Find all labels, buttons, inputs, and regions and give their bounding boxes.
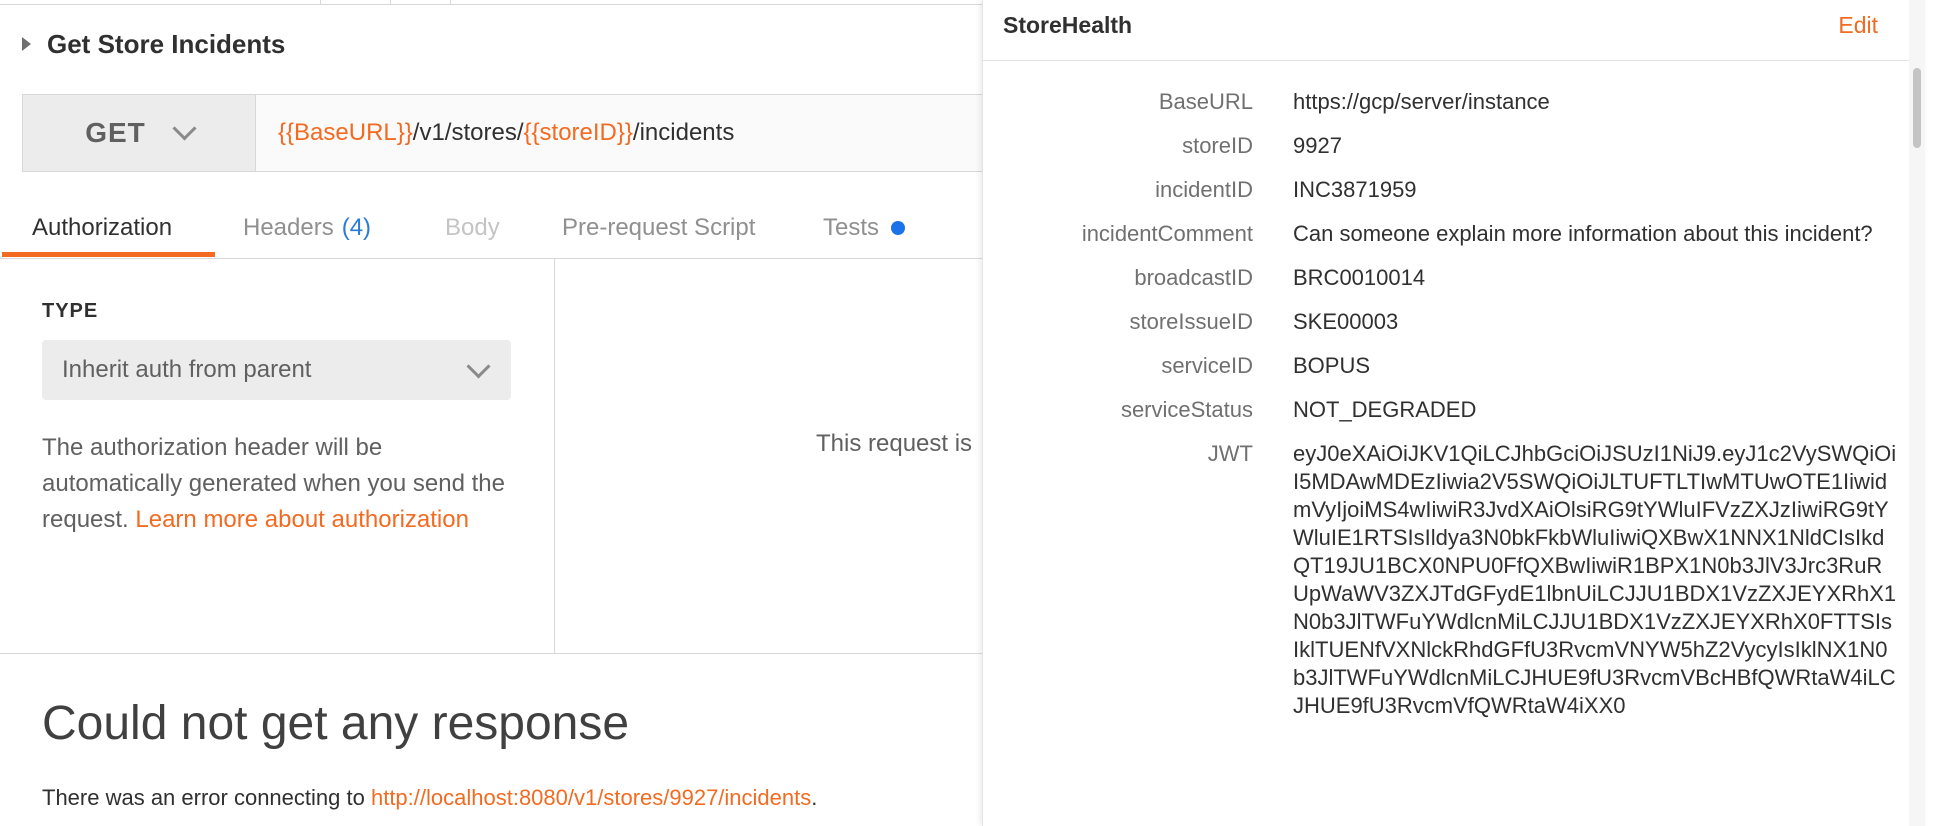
active-tab-underline: [2, 252, 215, 257]
learn-more-link[interactable]: Learn more about authorization: [135, 506, 469, 533]
expand-caret-icon[interactable]: [22, 37, 31, 51]
request-tabs: Authorization Headers (4) Body Pre-reques…: [0, 200, 982, 259]
tab-body-label: Body: [445, 214, 500, 241]
inherit-message: This request is: [816, 430, 973, 457]
variable-key: BaseURL: [1158, 89, 1253, 114]
edit-environment-button[interactable]: Edit: [1838, 12, 1878, 39]
scrollbar-thumb[interactable]: [1913, 68, 1921, 148]
tab-strip: [0, 0, 982, 5]
variable-value: https://gcp/server/instance: [1293, 89, 1550, 114]
tab-authorization[interactable]: Authorization: [32, 200, 172, 256]
tab-prerequest-script[interactable]: Pre-request Script: [562, 200, 755, 256]
error-prefix: There was an error connecting to: [42, 785, 365, 810]
variable-value: BRC0010014: [1293, 265, 1426, 290]
tab-tests[interactable]: Tests: [823, 200, 906, 256]
response-heading: Could not get any response: [42, 697, 630, 750]
tab-headers[interactable]: Headers (4): [243, 200, 371, 256]
chevron-down-icon: [172, 115, 197, 141]
variable-value: NOT_DEGRADED: [1293, 397, 1477, 422]
auth-type-value: Inherit auth from parent: [62, 356, 312, 383]
environment-quicklook-panel: StoreHealth Edit BaseURL https://gcp/ser…: [982, 0, 1925, 826]
variable-value: eyJ0eXAiOiJKV1QiLCJhbGciOiJSUzI1NiJ9.eyJ…: [1293, 441, 1897, 718]
variable-value: BOPUS: [1293, 353, 1371, 378]
method-label: GET: [85, 117, 146, 148]
variable-row: broadcastID BRC0010014: [983, 264, 1918, 292]
variable-key: incidentComment: [1081, 221, 1253, 246]
variable-row: serviceID BOPUS: [983, 352, 1918, 380]
auth-description: The authorization header will be automat…: [42, 430, 512, 538]
variable-row: BaseURL https://gcp/server/instance: [983, 88, 1918, 116]
tab-prerequest-label: Pre-request Script: [562, 214, 756, 241]
environment-variables: BaseURL https://gcp/server/instance stor…: [983, 88, 1918, 736]
variable-key: serviceID: [1161, 353, 1253, 378]
variable-key: incidentID: [1155, 177, 1253, 202]
variable-row: incidentID INC3871959: [983, 176, 1918, 204]
variable-value: Can someone explain more information abo…: [1293, 221, 1873, 246]
environment-header: StoreHealth Edit: [983, 0, 1918, 61]
variable-key: storeID: [1182, 133, 1253, 158]
variable-key: storeIssueID: [1129, 309, 1254, 334]
url-path-tail: /incidents: [632, 119, 735, 146]
request-title: Get Store Incidents: [47, 28, 286, 59]
variable-key: broadcastID: [1134, 265, 1253, 290]
error-url-link[interactable]: http://localhost:8080/v1/stores/9927/inc…: [371, 785, 811, 810]
error-suffix: .: [811, 785, 818, 810]
variable-value: SKE00003: [1293, 309, 1399, 334]
variable-row: storeIssueID SKE00003: [983, 308, 1918, 336]
variable-value: 9927: [1293, 133, 1342, 158]
variable-key: serviceStatus: [1120, 397, 1253, 422]
chevron-down-icon: [466, 354, 491, 379]
response-error-line: There was an error connecting to http://…: [42, 785, 817, 811]
request-tab[interactable]: [320, 0, 391, 4]
auth-type-label: TYPE: [42, 300, 99, 322]
request-tab[interactable]: [0, 0, 321, 4]
response-divider: [0, 653, 982, 654]
request-title-row[interactable]: Get Store Incidents: [22, 26, 285, 62]
headers-count: (4): [341, 214, 372, 241]
url-bar: GET {{BaseURL}}/v1/stores/{{storeID}}/in…: [22, 94, 982, 172]
url-variable-storeid: {{storeID}}: [523, 119, 633, 146]
environment-name: StoreHealth: [1003, 12, 1133, 38]
variable-row: incidentComment Can someone explain more…: [983, 220, 1918, 248]
request-tab[interactable]: [390, 0, 451, 4]
url-path: /v1/stores/: [412, 119, 524, 146]
variable-row: serviceStatus NOT_DEGRADED: [983, 396, 1918, 424]
url-input[interactable]: {{BaseURL}}/v1/stores/{{storeID}}/incide…: [278, 95, 734, 171]
variable-key: JWT: [1207, 441, 1253, 466]
tab-body[interactable]: Body: [445, 200, 500, 256]
auth-type-select[interactable]: Inherit auth from parent: [42, 340, 511, 400]
tab-headers-label: Headers: [243, 214, 334, 241]
method-select[interactable]: GET: [23, 95, 256, 171]
variable-row: JWT eyJ0eXAiOiJKV1QiLCJhbGciOiJSUzI1NiJ9…: [983, 440, 1918, 720]
tab-tests-label: Tests: [823, 214, 880, 241]
tab-authorization-label: Authorization: [32, 214, 173, 241]
request-pane: Get Store Incidents GET {{BaseURL}}/v1/s…: [0, 0, 982, 826]
url-variable-baseurl: {{BaseURL}}: [278, 119, 413, 146]
panel-scrollbar[interactable]: [1909, 0, 1925, 826]
variable-row: storeID 9927: [983, 132, 1918, 160]
variable-value: INC3871959: [1293, 177, 1417, 202]
tests-indicator-dot-icon: [891, 221, 906, 235]
